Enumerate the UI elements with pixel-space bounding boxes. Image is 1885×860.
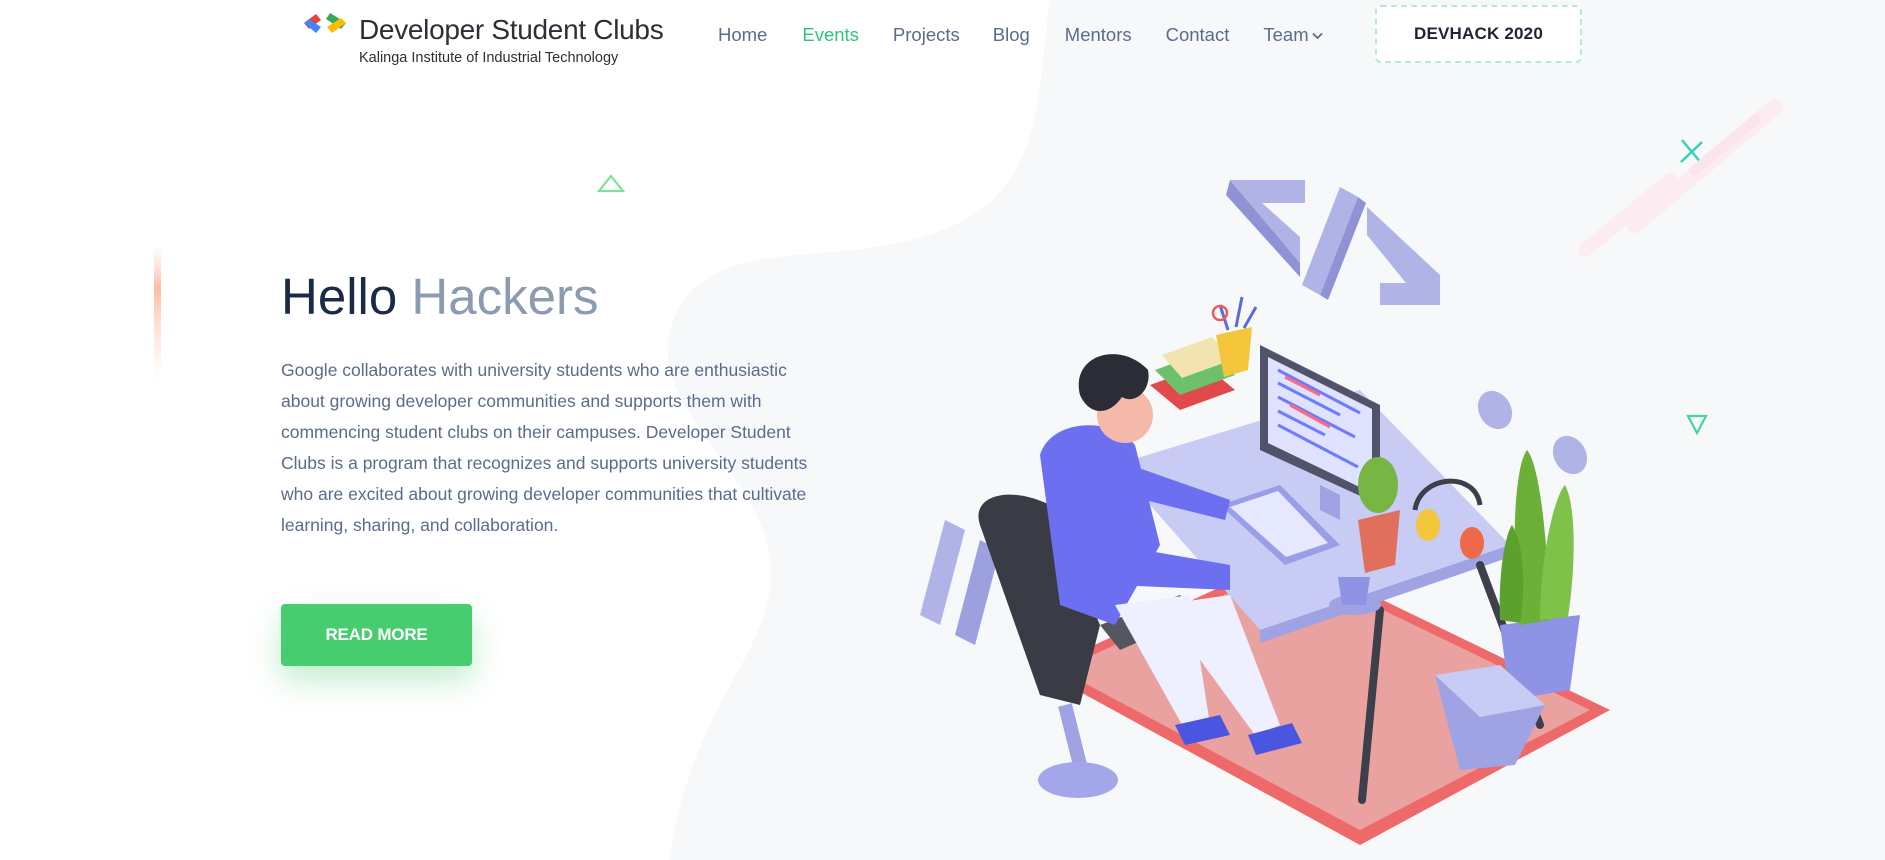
hero-title: Hello Hackers [281, 265, 841, 329]
devhack-button[interactable]: DEVHACK 2020 [1375, 5, 1582, 63]
nav-contact[interactable]: Contact [1166, 24, 1230, 46]
nav-home[interactable]: Home [718, 24, 767, 46]
nav-projects[interactable]: Projects [893, 24, 960, 46]
brand-title: Developer Student Clubs [359, 14, 664, 45]
nav-team-label: Team [1263, 24, 1309, 45]
brand[interactable]: Developer Student Clubs Kalinga Institut… [300, 8, 680, 66]
hero-title-main: Hello [281, 268, 398, 325]
main-nav: Home Events Projects Blog Mentors Contac… [718, 21, 1323, 49]
brand-subtitle: Kalinga Institute of Industrial Technolo… [359, 50, 619, 66]
nav-events[interactable]: Events [802, 24, 859, 46]
triangle-outline-icon [596, 174, 626, 193]
dsc-logo-icon [304, 13, 346, 33]
triangle-down-outline-icon [1686, 414, 1708, 436]
nav-blog[interactable]: Blog [993, 24, 1030, 46]
developer-at-desk-illustration [920, 180, 1610, 845]
nav-team[interactable]: Team [1263, 24, 1323, 46]
hero-description: Google collaborates with university stud… [281, 360, 808, 535]
site-header: Developer Student Clubs Kalinga Institut… [0, 0, 1885, 70]
hero-section: Hello Hackers Google collaborates with u… [281, 265, 841, 666]
peach-glow [154, 245, 161, 385]
code-symbol-icon [1226, 180, 1440, 305]
diagonal-streaks [1578, 99, 1783, 257]
read-more-button[interactable]: READ MORE [281, 604, 472, 666]
nav-mentors[interactable]: Mentors [1065, 24, 1132, 46]
hero-title-accent: Hackers [411, 268, 599, 325]
chevron-down-icon [1311, 32, 1323, 40]
